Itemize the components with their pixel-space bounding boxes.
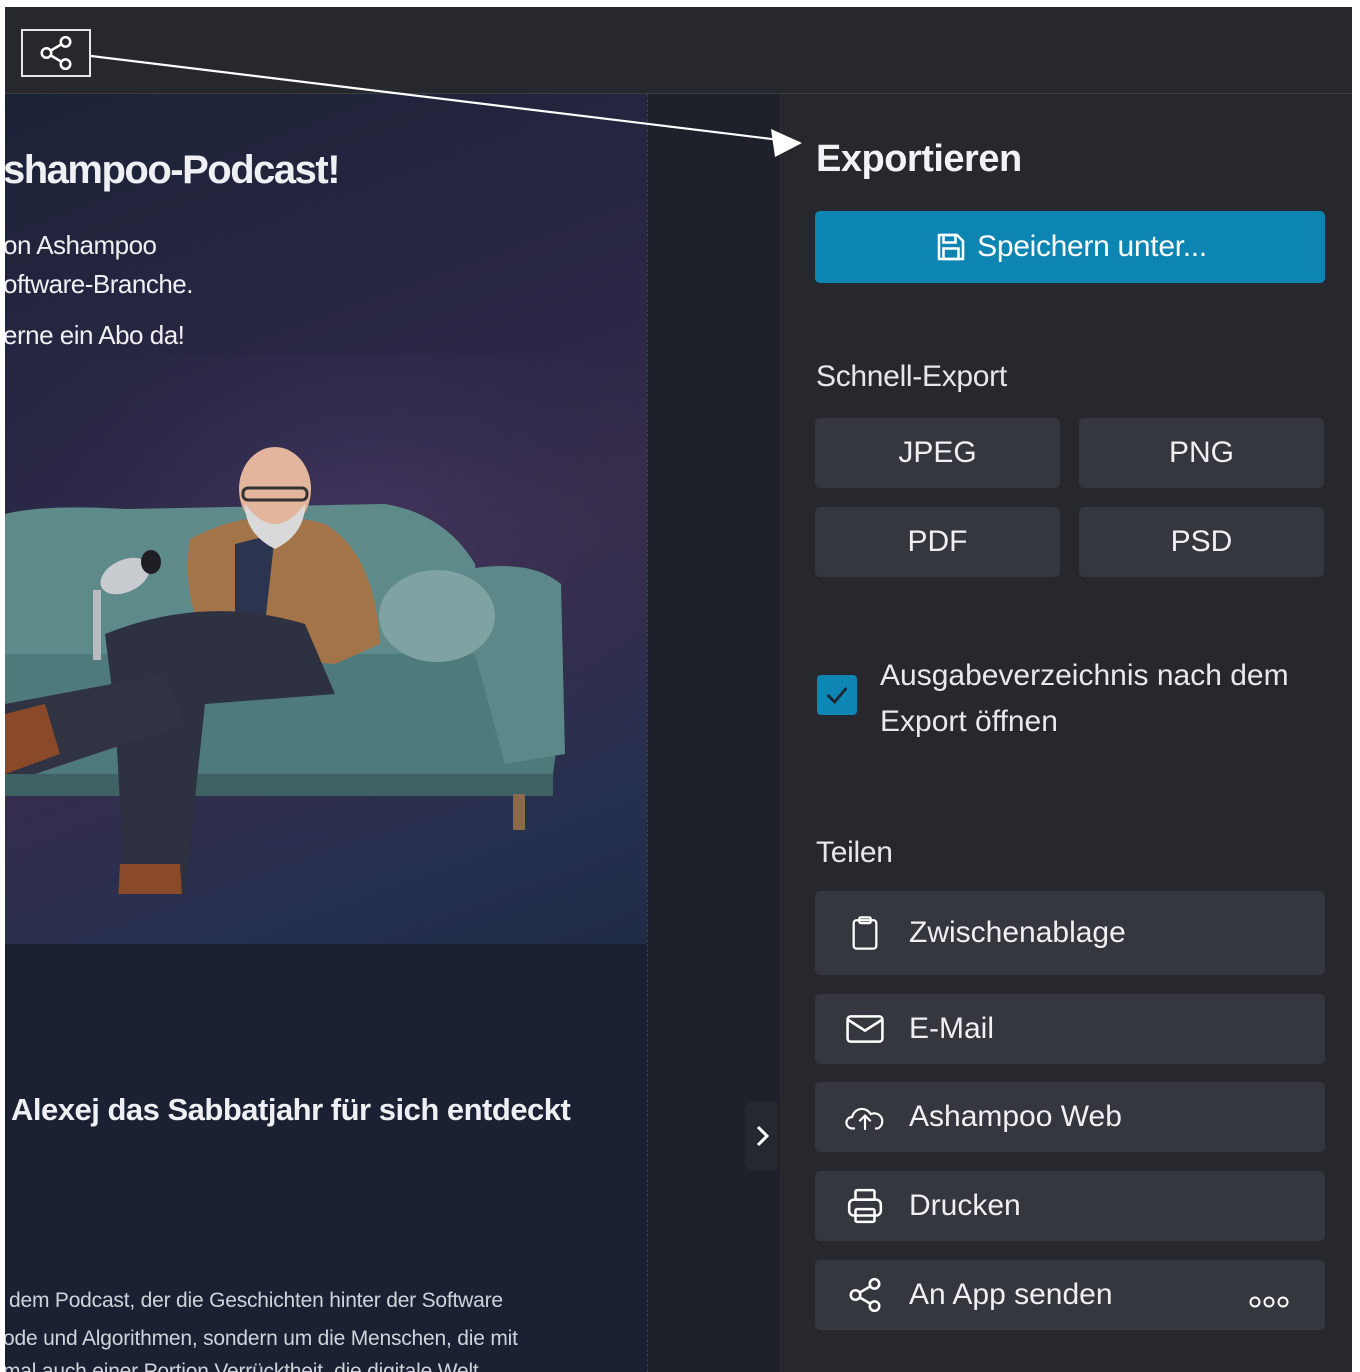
save-as-button[interactable]: Speichern unter... [815,211,1325,283]
export-panel: Exportieren Speichern unter... Schnell-E… [778,94,1352,1372]
export-png-button[interactable]: PNG [1079,418,1324,488]
share-to-app-button[interactable]: An App senden [815,1260,1325,1330]
share-email-label: E-Mail [909,1012,995,1045]
share-print-label: Drucken [909,1189,1021,1222]
mail-icon [845,1009,885,1049]
share-section-label: Teilen [816,836,893,869]
checkmark-icon [826,687,848,705]
panel-title: Exportieren [816,138,1022,180]
share-ashampoo-web-button[interactable]: Ashampoo Web [815,1082,1325,1152]
document-intro-line: erne ein Abo da! [5,320,185,350]
app-window: shampoo-Podcast! on Ashampoo oftware-Bra… [5,7,1352,1372]
save-icon [937,233,965,261]
share-icon [845,1275,885,1315]
open-folder-checkbox[interactable] [817,675,857,715]
export-pdf-button[interactable]: PDF [815,507,1060,577]
share-toolbar-button[interactable] [21,29,91,77]
top-toolbar [5,7,1352,94]
document-body-line: dem Podcast, der die Geschichten hinter … [9,1289,503,1312]
document-body-line: ode und Algorithmen, sondern um die Mens… [5,1327,518,1350]
clipboard-icon [845,913,885,953]
page-boundary [647,94,648,1372]
export-psd-button[interactable]: PSD [1079,507,1324,577]
share-to-app-label: An App senden [909,1278,1113,1311]
share-email-button[interactable]: E-Mail [815,994,1325,1064]
export-jpeg-button[interactable]: JPEG [815,418,1060,488]
cloud-upload-icon [845,1097,885,1137]
document-intro-line: oftware-Branche. [5,269,193,299]
printer-icon [845,1186,885,1226]
more-options-icon[interactable] [1249,1284,1289,1318]
share-print-button[interactable]: Drucken [815,1171,1325,1241]
panel-toggle-button[interactable] [745,1102,779,1170]
open-folder-label: Ausgabeverzeichnis nach dem Export öffne… [880,659,1289,738]
podcast-photo [5,354,647,894]
document-title: shampoo-Podcast! [5,148,341,192]
document-heading: Alexej das Sabbatjahr für sich entdeckt [11,1092,571,1127]
share-ashampoo-web-label: Ashampoo Web [909,1100,1122,1133]
canvas-area: shampoo-Podcast! on Ashampoo oftware-Bra… [5,94,778,1372]
quick-export-label: Schnell-Export [816,360,1007,393]
chevron-right-icon [756,1125,770,1147]
save-as-label: Speichern unter... [977,230,1207,263]
share-icon [40,35,72,71]
share-clipboard-button[interactable]: Zwischenablage [815,891,1325,975]
document-intro-line: on Ashampoo [5,230,157,260]
document-body-line: mal auch einer Portion Verrücktheit, die… [5,1360,479,1372]
share-clipboard-label: Zwischenablage [909,916,1126,949]
document-preview: shampoo-Podcast! on Ashampoo oftware-Bra… [5,94,647,1372]
